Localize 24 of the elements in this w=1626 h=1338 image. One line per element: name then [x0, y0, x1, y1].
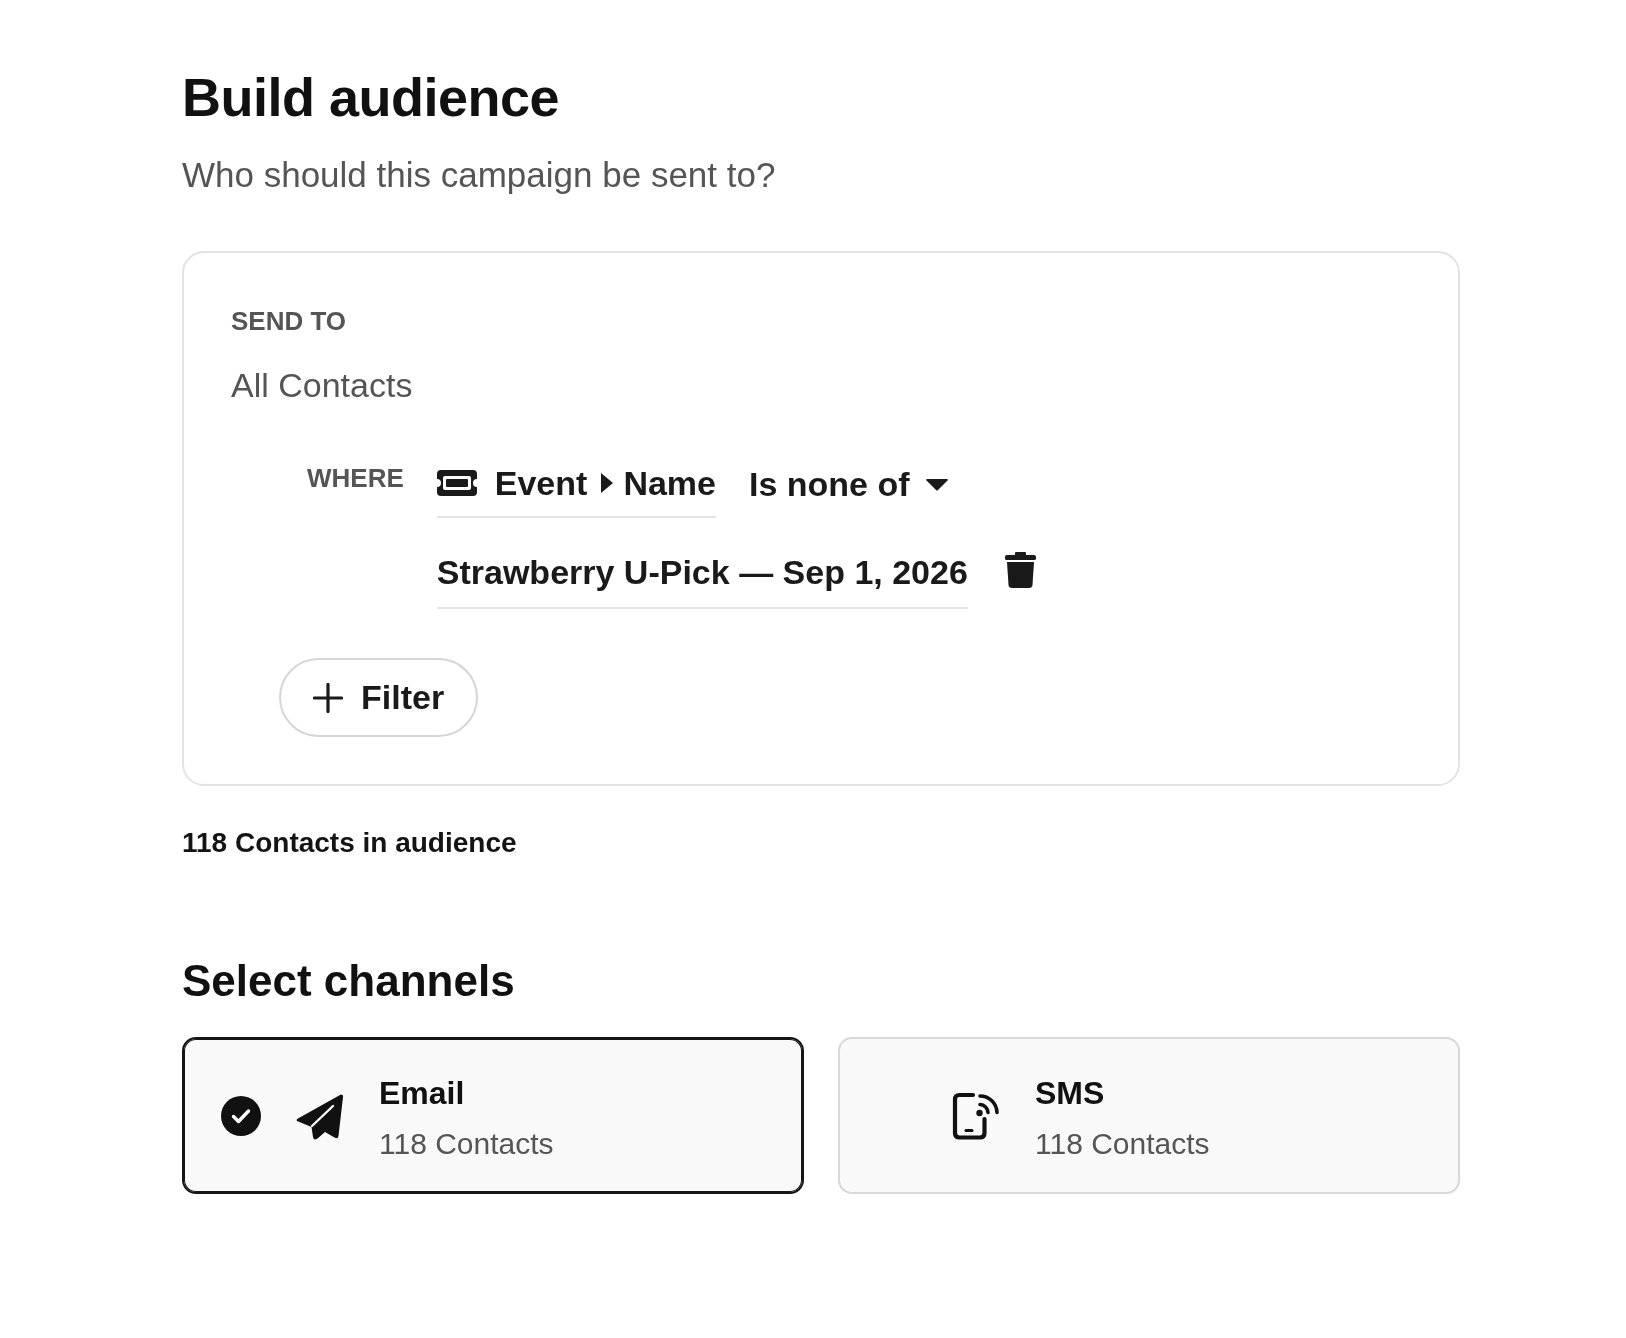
caret-right-icon [601, 473, 614, 493]
channel-name: Email [379, 1073, 465, 1112]
ticket-icon [436, 470, 477, 496]
channel-card[interactable]: Email 118 Contacts [182, 1037, 804, 1194]
channel-name: SMS [1035, 1073, 1105, 1112]
caret-down-icon [925, 479, 948, 491]
trash-icon[interactable] [1004, 551, 1036, 588]
channel-count: 118 Contacts [1035, 1125, 1210, 1162]
phone-signal-icon [952, 1091, 1000, 1140]
audience-count: 118 Contacts in audience [182, 826, 518, 860]
page-title: Build audience [182, 66, 561, 129]
channel-card[interactable]: SMS 118 Contacts [838, 1037, 1460, 1194]
send-to-value: All Contacts [231, 365, 414, 405]
operator-dropdown[interactable]: Is none of [749, 464, 948, 504]
field-selector[interactable]: Event Name [436, 463, 716, 518]
section-title: Select channels [182, 955, 516, 1007]
plus-icon [313, 682, 343, 713]
where-label: WHERE [307, 463, 404, 493]
channel-count: 118 Contacts [379, 1125, 554, 1162]
page-subtitle: Who should this campaign be sent to? [182, 154, 777, 196]
send-to-label: SEND TO [231, 306, 348, 336]
value-field[interactable]: Strawberry U-Pick — Sep 1, 2026 [436, 552, 968, 609]
check-icon [221, 1095, 261, 1136]
add-filter-button[interactable]: Filter [279, 658, 479, 737]
